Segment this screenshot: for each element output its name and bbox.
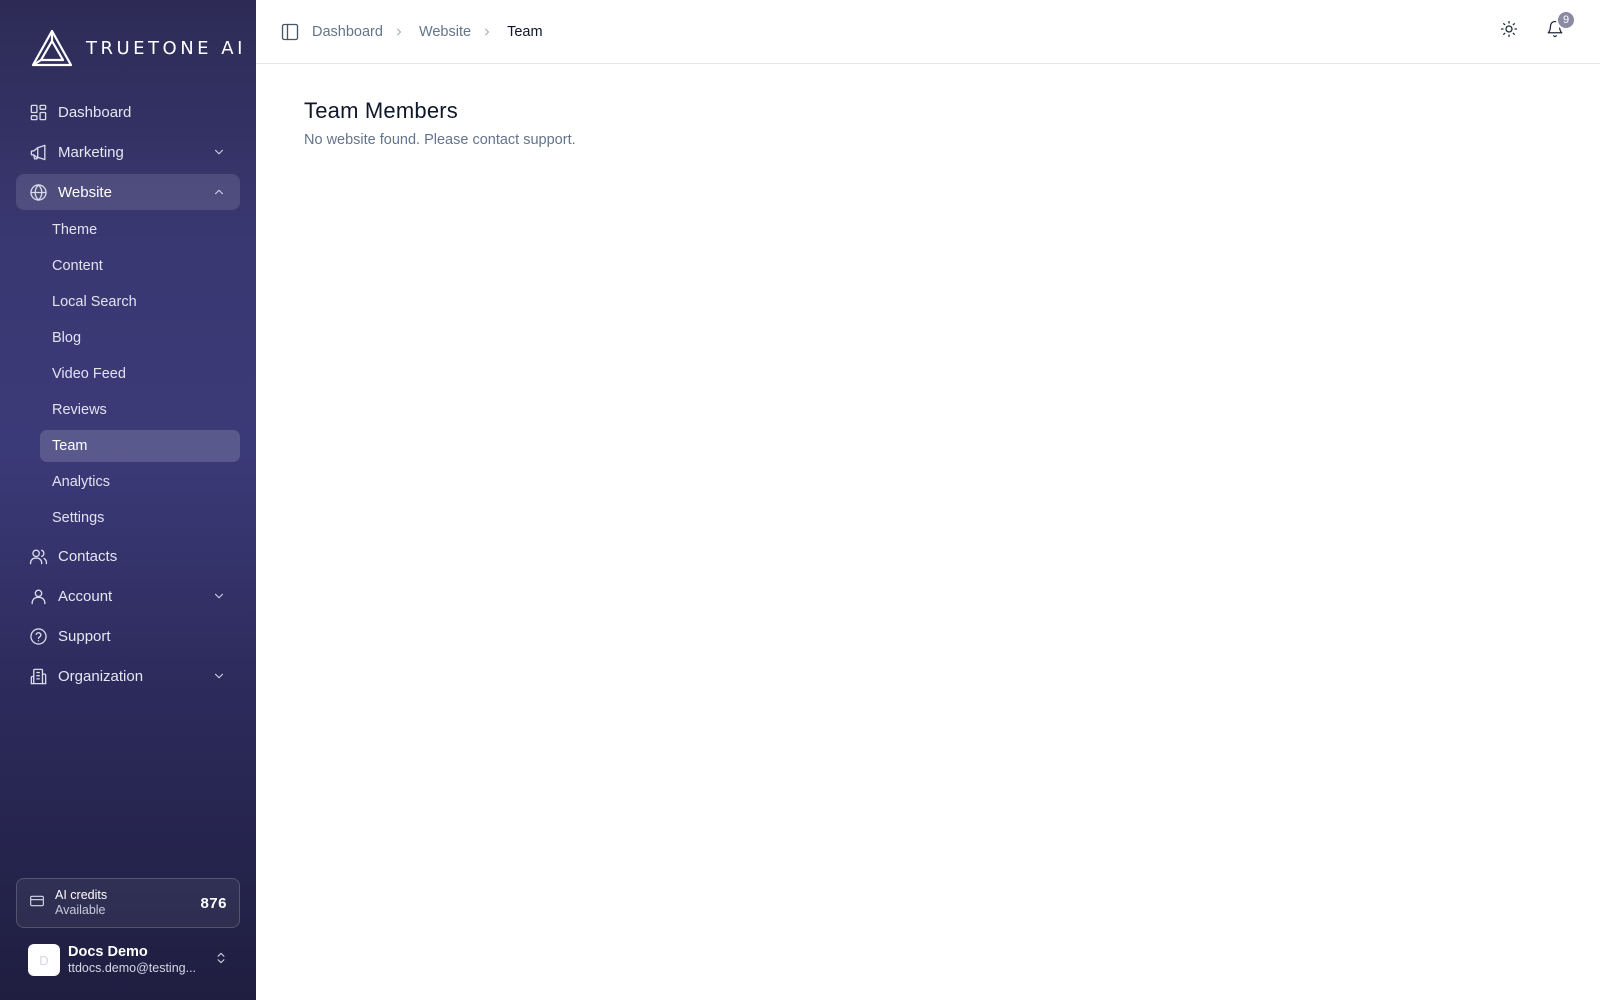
chevron-up-icon[interactable] bbox=[212, 185, 226, 199]
sidebar-subitem-team[interactable]: Team bbox=[40, 430, 240, 462]
chevron-down-icon[interactable] bbox=[212, 145, 226, 159]
user-info: Docs Demo ttdocs.demo@testing... bbox=[68, 944, 196, 976]
sidebar-item-label: Support bbox=[58, 627, 111, 645]
theme-toggle-button[interactable] bbox=[1500, 20, 1518, 38]
sidebar-item-website[interactable]: Website bbox=[16, 174, 240, 210]
sidebar-subitem-theme[interactable]: Theme bbox=[40, 214, 240, 246]
sidebar-subitem-reviews[interactable]: Reviews bbox=[40, 394, 240, 426]
breadcrumb-team: Team bbox=[507, 23, 543, 40]
credit-card-icon bbox=[29, 893, 45, 914]
sidebar-item-contacts[interactable]: Contacts bbox=[16, 538, 240, 574]
sidebar-item-label: Dashboard bbox=[58, 103, 132, 121]
ai-credits-text: AI credits Available bbox=[55, 888, 107, 918]
sidebar-subitem-analytics[interactable]: Analytics bbox=[40, 466, 240, 498]
chevrons-up-down-icon[interactable] bbox=[214, 951, 228, 970]
notifications-button[interactable]: 9 bbox=[1546, 10, 1576, 38]
notification-badge: 9 bbox=[1556, 10, 1576, 30]
user-icon bbox=[28, 586, 48, 606]
dashboard-icon bbox=[28, 102, 48, 122]
ai-credits-title: AI credits bbox=[55, 888, 108, 902]
sidebar-item-marketing[interactable]: Marketing bbox=[16, 134, 240, 170]
ai-credits-subtitle: Available bbox=[55, 903, 106, 917]
sidebar-item-label: Account bbox=[58, 587, 113, 605]
sidebar-subitem-settings[interactable]: Settings bbox=[40, 502, 240, 534]
sidebar-toggle-icon[interactable] bbox=[280, 22, 300, 42]
sidebar-item-label: Website bbox=[58, 183, 112, 201]
user-menu[interactable]: D Docs Demo ttdocs.demo@testing... bbox=[28, 943, 240, 977]
users-icon bbox=[28, 546, 48, 566]
sidebar-item-label: Organization bbox=[58, 667, 144, 685]
topbar: Dashboard Website Team 9 bbox=[256, 0, 1600, 64]
empty-state-message: No website found. Please contact support… bbox=[304, 132, 576, 148]
sidebar-nav: Dashboard Marketing Website Theme Conten… bbox=[16, 94, 240, 698]
sidebar-item-support[interactable]: Support bbox=[16, 618, 240, 654]
sidebar-subitem-video-feed[interactable]: Video Feed bbox=[40, 358, 240, 390]
globe-icon bbox=[28, 182, 48, 202]
sidebar-item-label: Marketing bbox=[58, 143, 124, 161]
sidebar-item-dashboard[interactable]: Dashboard bbox=[16, 94, 240, 130]
sidebar-item-account[interactable]: Account bbox=[16, 578, 240, 614]
ai-credits-value: 876 bbox=[200, 894, 227, 912]
user-email: ttdocs.demo@testing... bbox=[68, 961, 197, 975]
sidebar-item-organization[interactable]: Organization bbox=[16, 658, 240, 694]
ai-credits-card[interactable]: AI credits Available 876 bbox=[16, 878, 240, 928]
brand-logo[interactable]: TRUETONE AI bbox=[30, 28, 246, 68]
sun-icon bbox=[1500, 20, 1518, 38]
topbar-actions: 9 bbox=[1500, 10, 1576, 38]
sidebar-item-label: Contacts bbox=[58, 547, 118, 565]
main-content: Team Members No website found. Please co… bbox=[304, 98, 576, 148]
chevron-down-icon[interactable] bbox=[212, 589, 226, 603]
brand-name: TRUETONE AI bbox=[86, 37, 246, 59]
chevron-right-icon bbox=[481, 24, 497, 40]
sidebar-subitem-blog[interactable]: Blog bbox=[40, 322, 240, 354]
building-icon bbox=[28, 666, 48, 686]
breadcrumb: Dashboard Website Team bbox=[312, 24, 543, 40]
sidebar-subitem-local-search[interactable]: Local Search bbox=[40, 286, 240, 318]
user-name: Docs Demo bbox=[68, 944, 148, 960]
sidebar: TRUETONE AI Dashboard Marketing Website … bbox=[0, 0, 256, 1000]
help-circle-icon bbox=[28, 626, 48, 646]
page-title: Team Members bbox=[304, 98, 458, 123]
breadcrumb-dashboard[interactable]: Dashboard bbox=[312, 24, 383, 40]
chevron-down-icon[interactable] bbox=[212, 669, 226, 683]
megaphone-icon bbox=[28, 142, 48, 162]
chevron-right-icon bbox=[393, 24, 409, 40]
website-submenu: Theme Content Local Search Blog Video Fe… bbox=[40, 214, 240, 534]
avatar: D bbox=[28, 944, 60, 976]
truetone-logo-icon bbox=[31, 29, 73, 67]
sidebar-subitem-content[interactable]: Content bbox=[40, 250, 240, 282]
breadcrumb-website[interactable]: Website bbox=[419, 24, 471, 40]
